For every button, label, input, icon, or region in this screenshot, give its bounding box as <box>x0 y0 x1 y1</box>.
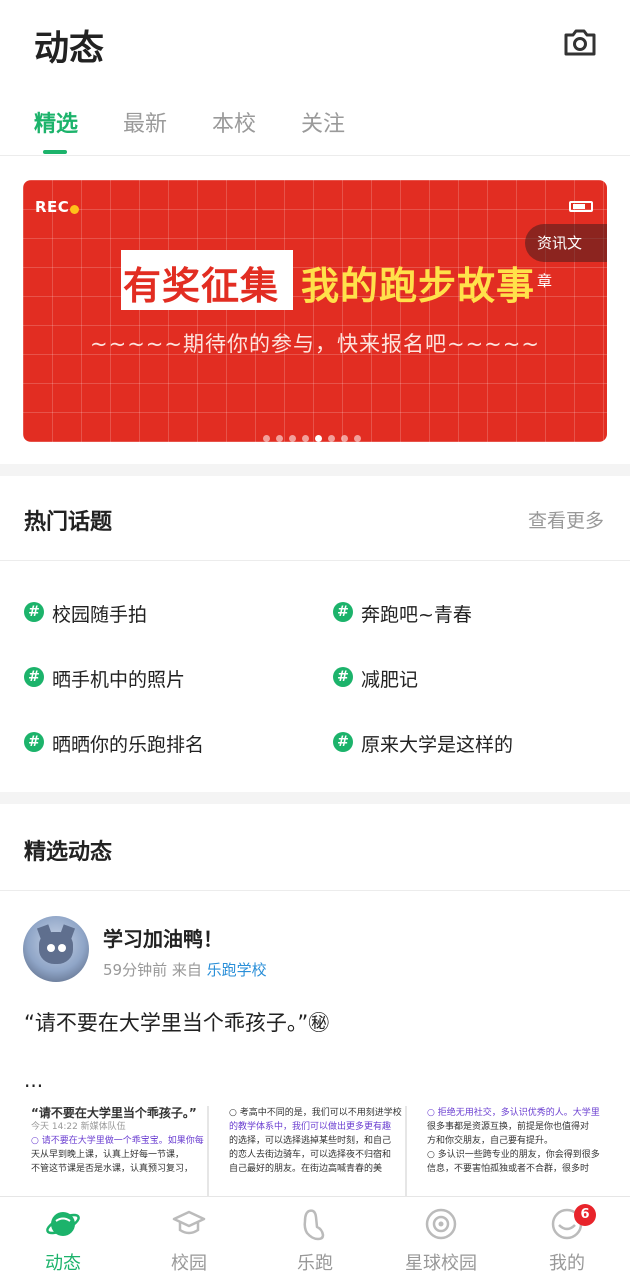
carousel-dot[interactable] <box>276 435 283 442</box>
post-meta: 59分钟前 来自 乐跑学校 <box>103 959 267 980</box>
post-images: “请不要在大学里当个乖孩子。” 今天 14:22 新媒体队伍 ○ 请不要在大学里… <box>23 1106 607 1198</box>
topic-label: 减肥记 <box>361 669 419 691</box>
hashtag-icon: # <box>333 667 353 687</box>
active-tab-indicator <box>43 150 67 154</box>
topic-label: 原来大学是这样的 <box>361 734 514 756</box>
notification-badge: 6 <box>574 1204 596 1226</box>
hashtag-icon: # <box>24 732 44 752</box>
banner-headline: 我的跑步故事 <box>301 264 536 308</box>
carousel-indicator <box>263 427 367 442</box>
banner-subtitle: ~~~~~期待你的参与，快来报名吧~~~~~ <box>90 332 540 356</box>
featured-title: 精选动态 <box>24 840 113 865</box>
image-divider <box>405 1106 407 1198</box>
page: 动态 精选 最新 本校 关注 REC 资讯文章 有奖征集 我的跑步故事 ~~~~… <box>0 0 630 1280</box>
post-image[interactable]: ○ 拒绝无用社交，多认识优秀的人。大学里 很多事都是资源互换，前提是你也值得对 … <box>427 1106 607 1198</box>
nav-item-profile[interactable]: 我的 <box>504 1197 630 1280</box>
banner-category-tag: 资讯文章 <box>525 224 607 290</box>
tab-latest[interactable]: 最新 <box>123 106 167 138</box>
bottom-nav: 动态 校园 乐跑 星球校园 我的 <box>0 1196 630 1280</box>
nav-label: 我的 <box>549 1253 585 1274</box>
carousel-dot[interactable] <box>289 435 296 442</box>
hashtag-icon: # <box>24 667 44 687</box>
topic-label: 晒晒你的乐跑排名 <box>52 734 205 756</box>
post-source-prefix: 来自 <box>171 961 202 979</box>
thumb-line: ○ 请不要在大学里做一个乖宝宝。如果你每 <box>31 1136 204 1146</box>
post-image[interactable]: ○ 考高中不同的是，我们可以不用刻进学校 的教学体系中，我们可以做出更多更有趣 … <box>229 1106 419 1198</box>
graduation-cap-icon <box>172 1210 206 1235</box>
image-divider <box>207 1106 209 1198</box>
hashtag-icon: # <box>333 732 353 752</box>
nav-label: 校园 <box>171 1253 207 1274</box>
thumb-line: ○ 拒绝无用社交，多认识优秀的人。大学里 <box>427 1108 600 1118</box>
promo-banner[interactable]: REC 资讯文章 有奖征集 我的跑步故事 ~~~~~期待你的参与，快来报名吧~~… <box>23 180 607 442</box>
thumb-line: “请不要在大学里当个乖孩子。” <box>31 1106 197 1120</box>
post-author[interactable]: 学习加油鸭！ <box>103 923 223 952</box>
thumb-line: 的恋人去街边骑车，可以选择夜不归宿和 <box>229 1150 392 1160</box>
rec-label: REC <box>35 198 70 216</box>
tab-following[interactable]: 关注 <box>301 106 345 138</box>
carousel-dot[interactable] <box>354 435 361 442</box>
nav-item-feed[interactable]: 动态 <box>0 1197 126 1280</box>
battery-icon <box>569 201 593 212</box>
post-ellipsis: ... <box>24 1068 44 1092</box>
nav-label: 星球校园 <box>405 1253 477 1274</box>
post-time: 59分钟前 <box>103 961 168 979</box>
camera-icon[interactable] <box>560 22 600 62</box>
featured-header: 精选动态 <box>0 807 630 891</box>
post-text[interactable]: “请不要在大学里当个乖孩子。”㊙ <box>24 1007 329 1037</box>
hashtag-icon: # <box>24 602 44 622</box>
thumb-line: 今天 14:22 新媒体队伍 <box>31 1122 126 1132</box>
thumb-line: 的教学体系中，我们可以做出更多更有趣 <box>229 1122 392 1132</box>
footprint-icon <box>303 1209 325 1241</box>
hashtag-icon: # <box>333 602 353 622</box>
hot-topics-title: 热门话题 <box>24 510 113 535</box>
app-header: 动态 <box>0 0 630 90</box>
thumb-line: 很多事都是资源互换，前提是你也值得对 <box>427 1122 590 1132</box>
banner-headline-highlight: 有奖征集 <box>123 264 280 308</box>
planet-icon <box>46 1212 80 1236</box>
carousel-dot[interactable] <box>263 435 270 442</box>
page-title: 动态 <box>34 29 105 69</box>
carousel-dot[interactable] <box>328 435 335 442</box>
section-divider <box>0 792 630 804</box>
banner-section: REC 资讯文章 有奖征集 我的跑步故事 ~~~~~期待你的参与，快来报名吧~~… <box>0 157 630 464</box>
nav-label: 动态 <box>45 1253 81 1274</box>
rec-dot-icon <box>70 205 79 214</box>
view-more-link[interactable]: 查看更多 <box>528 506 604 533</box>
nav-item-campus[interactable]: 校园 <box>126 1197 252 1280</box>
thumb-line: 的选择，可以选择逃掉某些时刻，和自己 <box>229 1136 392 1146</box>
topic-label: 晒手机中的照片 <box>52 669 186 691</box>
planet-ring-icon <box>425 1208 457 1240</box>
carousel-dot[interactable] <box>341 435 348 442</box>
topic-label: 校园随手拍 <box>52 604 148 626</box>
thumb-line: 自己最好的朋友。在街边高喊青春的美 <box>229 1164 383 1174</box>
carousel-dot[interactable] <box>302 435 309 442</box>
section-divider <box>0 464 630 476</box>
avatar-face <box>39 932 73 964</box>
thumb-line: 天从早到晚上课，认真上好每一节课， <box>31 1150 185 1160</box>
hot-topics-header: 热门话题 查看更多 <box>0 477 630 561</box>
nav-label: 乐跑 <box>297 1253 333 1274</box>
thumb-line: ○ 多认识一些跨专业的朋友，你会得到很多 <box>427 1150 600 1160</box>
post-image[interactable]: “请不要在大学里当个乖孩子。” 今天 14:22 新媒体队伍 ○ 请不要在大学里… <box>31 1106 221 1198</box>
thumb-line: 信息，不要害怕孤独或者不合群，很多时 <box>427 1164 590 1174</box>
avatar-eye <box>58 944 66 952</box>
tab-my-school[interactable]: 本校 <box>212 106 256 138</box>
avatar[interactable] <box>23 916 89 982</box>
thumb-line: ○ 考高中不同的是，我们可以不用刻进学校 <box>229 1108 402 1118</box>
feed-tabs: 精选 最新 本校 关注 <box>0 90 630 156</box>
nav-item-run[interactable]: 乐跑 <box>252 1197 378 1280</box>
nav-item-planet-campus[interactable]: 星球校园 <box>378 1197 504 1280</box>
avatar-eye <box>47 944 55 952</box>
thumb-line: 不管这节课是否是水课，认真预习复习， <box>31 1164 194 1174</box>
thumb-line: 方和你交朋友，自己要有提升。 <box>427 1136 554 1146</box>
post-source-link[interactable]: 乐跑学校 <box>207 961 267 979</box>
topic-label: 奔跑吧~青春 <box>361 604 472 626</box>
carousel-dot-active[interactable] <box>315 435 322 442</box>
tab-featured[interactable]: 精选 <box>34 106 78 138</box>
